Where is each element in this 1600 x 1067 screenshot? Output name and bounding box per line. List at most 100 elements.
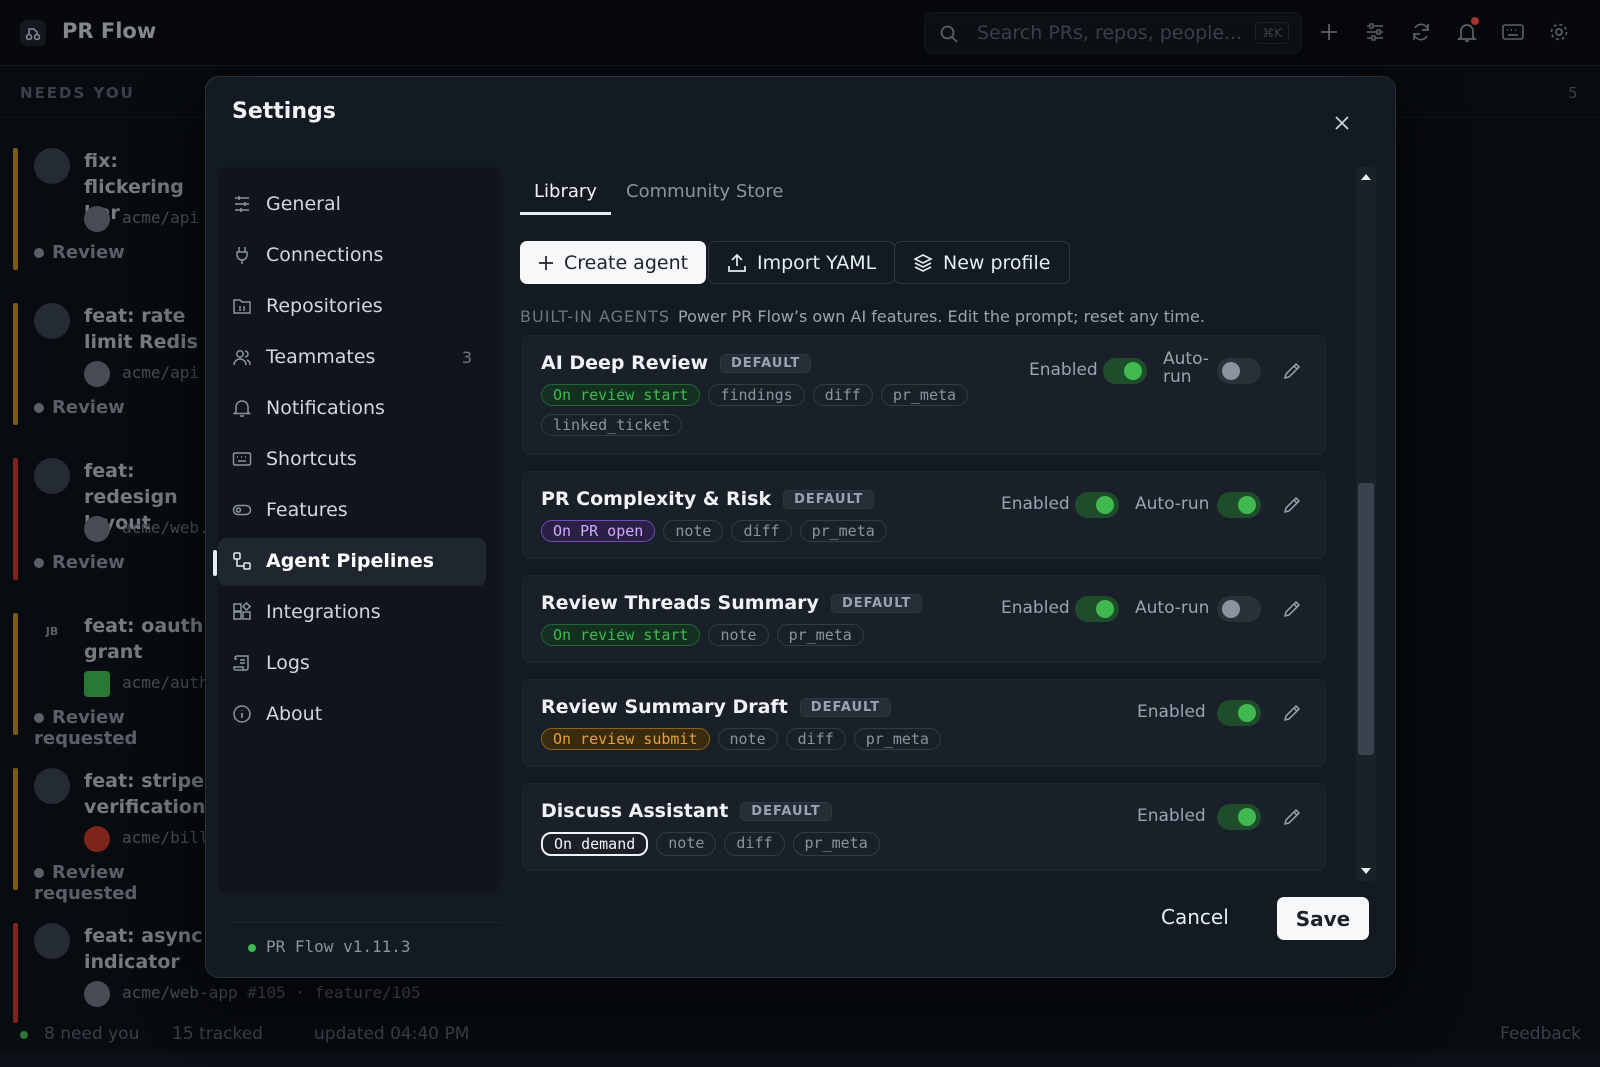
upload-icon xyxy=(728,253,746,272)
scroll-up-icon[interactable] xyxy=(1361,173,1371,181)
nav-item-features[interactable]: Features xyxy=(218,487,486,535)
pencil-icon[interactable] xyxy=(1279,492,1305,518)
agent-name: PR Complexity & Risk DEFAULT xyxy=(541,488,875,510)
close-icon[interactable] xyxy=(1329,110,1355,136)
nav-label: Integrations xyxy=(266,601,381,623)
enabled-toggle[interactable] xyxy=(1103,358,1147,384)
autorun-toggle[interactable] xyxy=(1217,492,1261,518)
toggle-knob xyxy=(1238,808,1256,826)
nav-label: Logs xyxy=(266,652,310,674)
nav-item-about[interactable]: About xyxy=(218,691,486,739)
layers-icon xyxy=(913,253,933,272)
nav-item-teammates[interactable]: Teammates 3 xyxy=(218,334,486,382)
autorun-label-line: run xyxy=(1163,367,1192,387)
nav-item-integrations[interactable]: Integrations xyxy=(218,589,486,637)
scroll-down-icon[interactable] xyxy=(1361,867,1371,875)
autorun-toggle[interactable] xyxy=(1217,358,1261,384)
info-icon xyxy=(232,704,252,724)
tag-chip: pr_meta xyxy=(853,728,941,750)
tag-chip: pr_meta xyxy=(799,520,887,542)
sliders-icon xyxy=(232,194,252,214)
default-badge: DEFAULT xyxy=(799,698,892,717)
enabled-label: Enabled xyxy=(1137,806,1206,826)
autorun-label: Auto-run xyxy=(1135,494,1210,514)
nav-label: Teammates xyxy=(266,346,376,368)
enabled-toggle[interactable] xyxy=(1217,700,1261,726)
cancel-button[interactable]: Cancel xyxy=(1161,905,1229,929)
bell-icon xyxy=(232,398,252,418)
nav-item-logs[interactable]: Logs xyxy=(218,640,486,688)
plug-icon xyxy=(232,245,252,265)
users-icon xyxy=(232,347,252,367)
trigger-chip: On demand xyxy=(541,832,649,856)
nav-item-agent-pipelines[interactable]: Agent Pipelines xyxy=(213,538,486,586)
nav-label: About xyxy=(266,703,323,725)
plus-icon xyxy=(539,255,553,270)
autorun-toggle[interactable] xyxy=(1217,596,1261,622)
tab-library[interactable]: Library xyxy=(520,181,611,215)
toggle-knob xyxy=(1096,496,1114,514)
toggle-knob xyxy=(1238,704,1256,722)
toggle-knob xyxy=(1124,362,1142,380)
section-description: Power PR Flow’s own AI features. Edit th… xyxy=(678,307,1205,326)
create-agent-button[interactable]: Create agent xyxy=(520,241,707,284)
pencil-icon[interactable] xyxy=(1279,804,1305,830)
new-profile-button[interactable]: New profile xyxy=(894,241,1070,284)
autorun-label-line: Auto- xyxy=(1163,349,1209,369)
pencil-icon[interactable] xyxy=(1279,358,1305,384)
nav-label: Repositories xyxy=(266,295,383,317)
tab-community-store[interactable]: Community Store xyxy=(626,181,783,212)
agent-name: Discuss Assistant DEFAULT xyxy=(541,800,832,822)
tag-chip: pr_meta xyxy=(776,624,864,646)
agent-tags: On review start findings diff pr_meta li… xyxy=(541,384,1011,436)
agent-card: Discuss Assistant DEFAULT On demand note … xyxy=(522,783,1326,871)
pencil-icon[interactable] xyxy=(1279,596,1305,622)
nav-label: Notifications xyxy=(266,397,385,419)
pencil-icon[interactable] xyxy=(1279,700,1305,726)
dialog-title: Settings xyxy=(232,99,336,124)
enabled-toggle[interactable] xyxy=(1075,492,1119,518)
tag-chip: pr_meta xyxy=(880,384,969,406)
agent-name: Review Summary Draft DEFAULT xyxy=(541,696,892,718)
trigger-chip: On review start xyxy=(541,624,701,646)
tag-chip: note xyxy=(708,624,769,646)
nav-label: Connections xyxy=(266,244,384,266)
tag-chip: diff xyxy=(724,832,785,856)
toggle-knob xyxy=(1238,496,1256,514)
import-yaml-button[interactable]: Import YAML xyxy=(708,241,896,284)
scroll-icon xyxy=(232,653,252,673)
enabled-toggle[interactable] xyxy=(1217,804,1261,830)
agent-name-text: Review Summary Draft xyxy=(541,696,788,718)
enabled-toggle[interactable] xyxy=(1075,596,1119,622)
tag-chip: diff xyxy=(731,520,792,542)
nav-item-general[interactable]: General xyxy=(218,181,486,229)
agent-name: Review Threads Summary DEFAULT xyxy=(541,592,923,614)
nav-item-shortcuts[interactable]: Shortcuts xyxy=(218,436,486,484)
save-button[interactable]: Save xyxy=(1277,897,1369,940)
default-badge: DEFAULT xyxy=(740,802,832,821)
scrollbar[interactable] xyxy=(1356,167,1376,881)
agent-name-text: AI Deep Review xyxy=(541,352,709,374)
blocks-icon xyxy=(232,602,252,622)
default-badge: DEFAULT xyxy=(783,490,875,509)
scrollbar-thumb[interactable] xyxy=(1358,483,1374,755)
tag-chip: diff xyxy=(812,384,873,406)
agent-card: AI Deep Review DEFAULT On review start fi… xyxy=(522,335,1326,455)
tag-chip: pr_meta xyxy=(792,832,880,856)
nav-label: Features xyxy=(266,499,348,521)
nav-item-connections[interactable]: Connections xyxy=(218,232,486,280)
autorun-label: Auto-run xyxy=(1135,598,1210,618)
agent-tags: On PR open note diff pr_meta xyxy=(541,520,1011,542)
nav-label: Agent Pipelines xyxy=(266,550,435,572)
toggle-icon xyxy=(232,500,252,520)
agent-pipelines-panel: Library Community Store Create agent Imp… xyxy=(520,167,1350,893)
app-version: PR Flow v1.11.3 xyxy=(248,937,411,956)
default-badge: DEFAULT xyxy=(720,354,812,373)
agent-name: AI Deep Review DEFAULT xyxy=(541,352,812,374)
nav-item-notifications[interactable]: Notifications xyxy=(218,385,486,433)
nav-item-repositories[interactable]: Repositories xyxy=(218,283,486,331)
enabled-label: Enabled xyxy=(1001,494,1070,514)
tag-chip: findings xyxy=(708,384,805,406)
settings-sidebar: General Connections Repositories Teammat… xyxy=(213,167,500,956)
settings-dialog: Settings General Connections Repositorie… xyxy=(205,76,1396,978)
